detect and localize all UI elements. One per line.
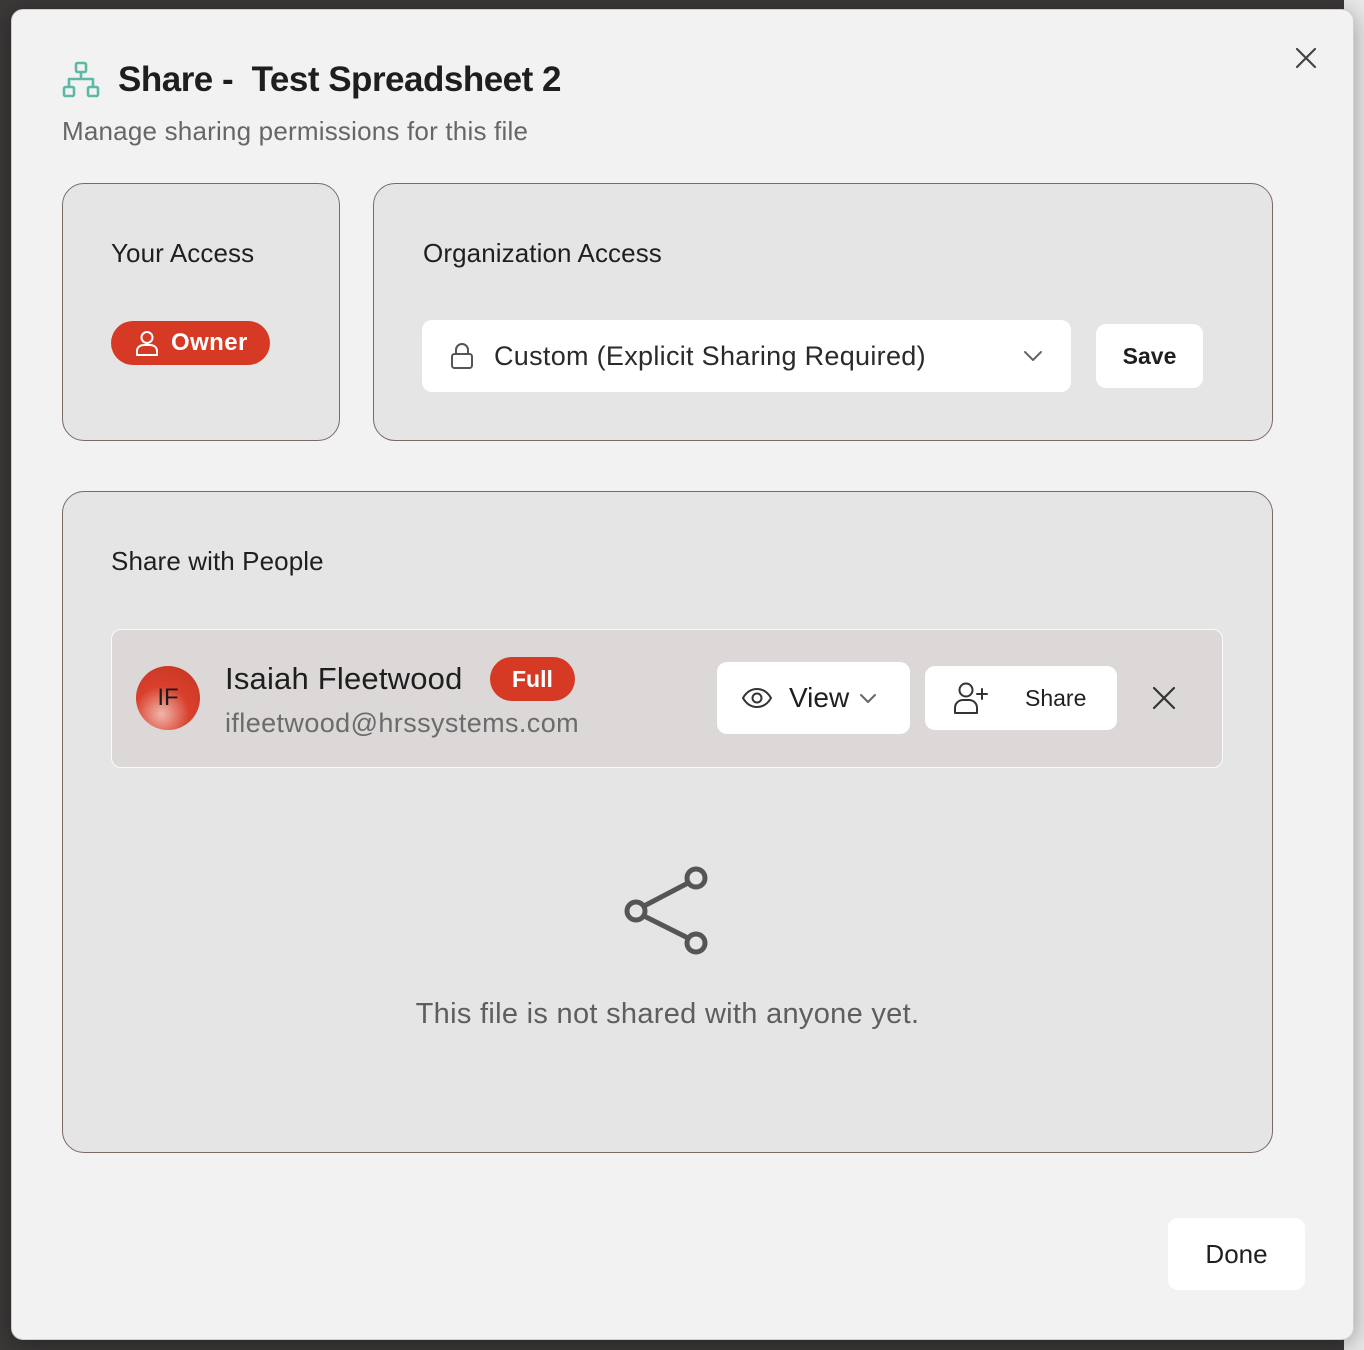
chevron-down-icon bbox=[860, 693, 877, 703]
person-row: IF Isaiah Fleetwood Full ifleetwood@hrss… bbox=[111, 629, 1223, 768]
share-with-people-card: Share with People IF Isaiah Fleetwood Fu… bbox=[62, 491, 1273, 1153]
owner-badge: Owner bbox=[111, 321, 270, 365]
share-button-label: Share bbox=[1025, 684, 1087, 711]
organization-access-card: Organization Access Custom (Explicit Sha… bbox=[373, 183, 1273, 441]
owner-label: Owner bbox=[171, 329, 248, 356]
save-button[interactable]: Save bbox=[1096, 324, 1203, 388]
person-email: ifleetwood@hrssystems.com bbox=[225, 708, 580, 738]
share-dialog: Share - Test Spreadsheet 2 Manage sharin… bbox=[11, 9, 1354, 1340]
your-access-heading: Your Access bbox=[111, 238, 255, 268]
add-user-icon bbox=[954, 682, 988, 714]
close-icon bbox=[1295, 47, 1317, 69]
share-button[interactable]: Share bbox=[925, 666, 1117, 730]
empty-state-message: This file is not shared with anyone yet. bbox=[415, 998, 920, 1030]
remove-person-button[interactable] bbox=[1148, 682, 1180, 714]
chevron-down-icon bbox=[1024, 351, 1042, 361]
organization-access-heading: Organization Access bbox=[423, 238, 662, 268]
user-icon bbox=[136, 331, 158, 356]
full-access-badge: Full bbox=[490, 657, 575, 701]
person-name: Isaiah Fleetwood bbox=[225, 661, 463, 696]
close-button[interactable] bbox=[1290, 42, 1322, 74]
share-with-people-heading: Share with People bbox=[111, 546, 324, 576]
organization-access-select[interactable]: Custom (Explicit Sharing Required) bbox=[422, 320, 1071, 392]
avatar: IF bbox=[136, 666, 200, 730]
eye-icon bbox=[741, 687, 773, 709]
close-icon bbox=[1152, 686, 1176, 710]
permission-dropdown[interactable]: View bbox=[717, 662, 910, 734]
lock-icon bbox=[451, 343, 473, 369]
share-icon bbox=[624, 866, 708, 955]
dialog-title: Share - Test Spreadsheet 2 bbox=[118, 60, 562, 100]
organization-access-value: Custom (Explicit Sharing Required) bbox=[494, 340, 926, 371]
your-access-card: Your Access Owner bbox=[62, 183, 340, 441]
title-prefix: Share - bbox=[118, 60, 243, 99]
dialog-header: Share - Test Spreadsheet 2 bbox=[62, 58, 562, 102]
done-button[interactable]: Done bbox=[1168, 1218, 1305, 1290]
file-name: Test Spreadsheet 2 bbox=[251, 60, 562, 99]
sitemap-icon bbox=[62, 61, 100, 98]
permission-label: View bbox=[789, 682, 850, 713]
dialog-subtitle: Manage sharing permissions for this file bbox=[62, 116, 529, 146]
